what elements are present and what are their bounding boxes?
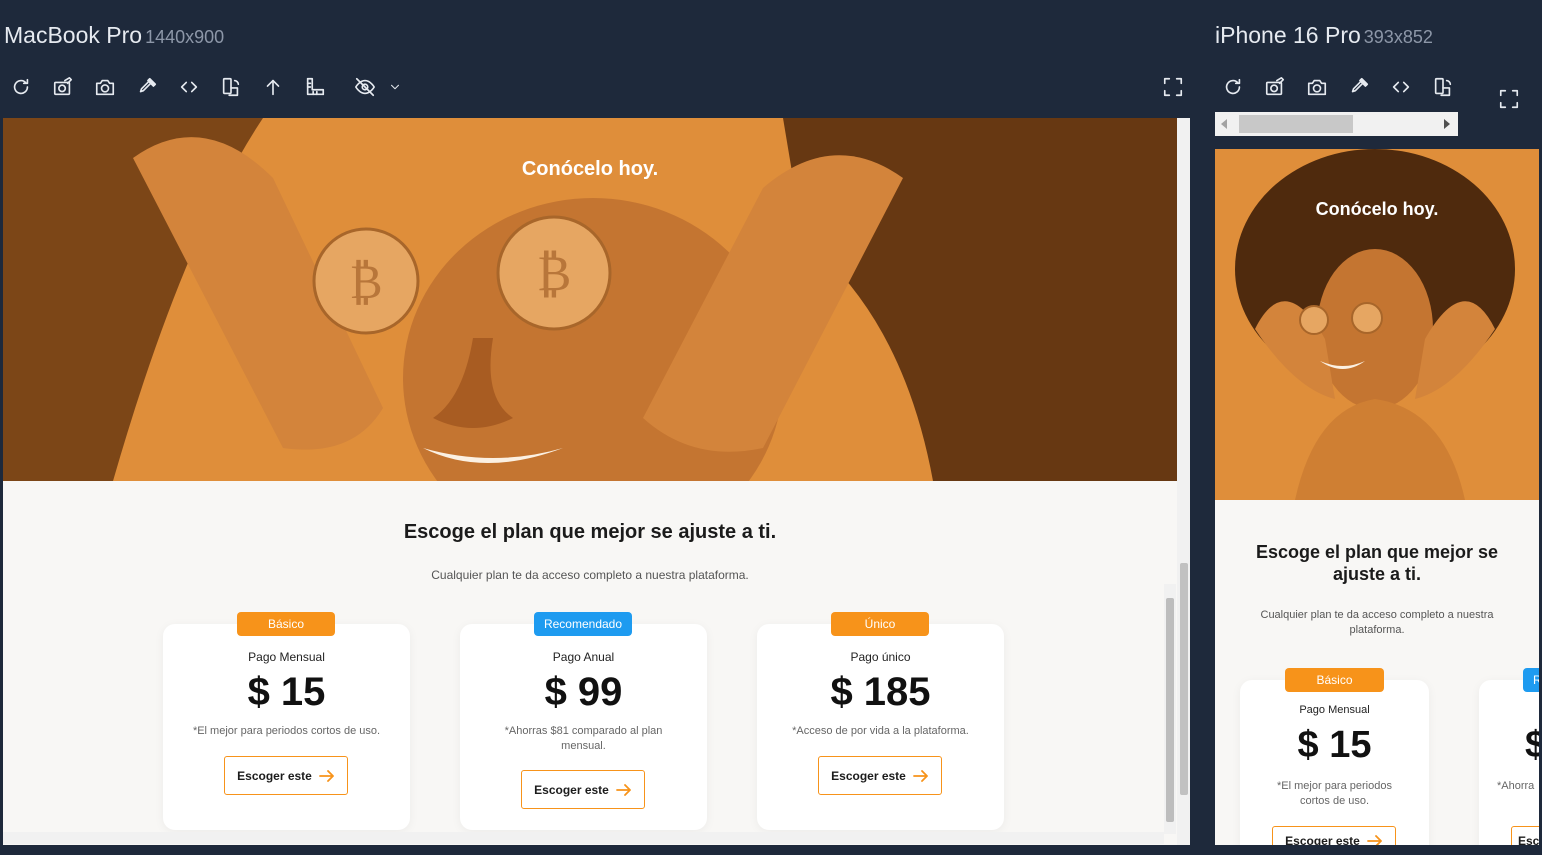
refresh-icon[interactable] xyxy=(1212,72,1254,102)
camera-edit-icon[interactable] xyxy=(1254,72,1296,102)
macbook-toolbar xyxy=(0,72,404,102)
choose-plan-button[interactable]: Escoger este xyxy=(224,756,348,795)
plans-subtitle: Cualquier plan te da acceso completo a n… xyxy=(1260,609,1494,636)
plans-subtitle: Cualquier plan te da acceso completo a n… xyxy=(431,568,749,582)
device-name: iPhone 16 Pro xyxy=(1215,22,1361,48)
plan-price: $ 185 xyxy=(830,670,931,714)
plan-name: Pago Anual xyxy=(552,650,615,664)
code-icon[interactable] xyxy=(168,72,210,102)
fullscreen-icon[interactable] xyxy=(1498,88,1520,115)
hero-title: Conócelo hoy. xyxy=(1315,199,1439,219)
hero-image: Conócelo hoy. xyxy=(1215,149,1539,500)
chevron-down-icon[interactable] xyxy=(386,72,404,102)
arrow-up-icon[interactable] xyxy=(252,72,294,102)
device-rotate-icon[interactable] xyxy=(210,72,252,102)
iphone-horizontal-scroller[interactable] xyxy=(1215,112,1458,136)
refresh-icon[interactable] xyxy=(0,72,42,102)
choose-plan-label: Escoger este xyxy=(831,768,906,783)
iphone-toolbar xyxy=(1212,72,1464,102)
plan-badge: Recomendado xyxy=(534,612,632,636)
plan-badge: Único xyxy=(831,612,929,636)
eye-off-icon[interactable] xyxy=(344,72,386,102)
svg-text:₿: ₿ xyxy=(537,244,572,302)
choose-plan-label-partial: Escoger este xyxy=(1518,834,1539,845)
plan-name: Pago Mensual xyxy=(248,650,325,664)
arrow-right-icon xyxy=(615,783,631,796)
svg-text:₿: ₿ xyxy=(349,254,382,310)
plan-price: $ 15 xyxy=(1297,724,1372,766)
code-icon[interactable] xyxy=(1380,72,1422,102)
plan-note: *El mejor para periodos cortos de uso. xyxy=(192,725,381,737)
choose-plan-label: Escoger este xyxy=(534,782,609,797)
camera-icon[interactable] xyxy=(84,72,126,102)
choose-plan-button[interactable]: Escoger este xyxy=(1511,826,1539,845)
inner-vertical-scrollbar[interactable] xyxy=(1164,584,1176,834)
plan-note-partial: *Ahorra xyxy=(1497,780,1535,792)
plan-badge: Básico xyxy=(237,612,335,636)
plan-name: Pago único xyxy=(850,650,911,664)
fullscreen-icon[interactable] xyxy=(1162,76,1184,103)
arrow-right-icon xyxy=(1366,835,1382,845)
plan-card-basic: Pago Mensual $ 15 *El mejor para periodo… xyxy=(1240,680,1429,845)
plan-card-recommended: Pago Anual $ 99 *Ahorras $81 comparado a… xyxy=(460,624,707,830)
scroll-left-arrow-icon[interactable] xyxy=(1221,119,1227,129)
plans-title: Escoge el plan que mejor se ajuste a ti. xyxy=(403,521,777,543)
plan-badge: Básico xyxy=(1285,668,1384,692)
plan-badge-partial: R xyxy=(1523,668,1539,692)
arrow-right-icon xyxy=(912,769,928,782)
device-dims: 1440x900 xyxy=(145,27,225,47)
plan-price: $ 99 xyxy=(544,670,623,714)
plan-note: *Acceso de por vida a la plataforma. xyxy=(792,725,969,737)
plan-price-partial: $ xyxy=(1525,724,1539,766)
outer-vertical-scrollbar[interactable] xyxy=(1177,118,1190,845)
plans-title: Escoge el plan que mejor se ajuste a ti. xyxy=(1255,542,1499,584)
eyedropper-icon[interactable] xyxy=(1338,72,1380,102)
arrow-right-icon xyxy=(318,769,334,782)
plan-note: *El mejor para periodos cortos de uso. xyxy=(1277,780,1392,807)
scrollbar-thumb[interactable] xyxy=(1180,563,1188,795)
choose-plan-button[interactable]: Escoger este xyxy=(1272,826,1396,845)
camera-icon[interactable] xyxy=(1296,72,1338,102)
iphone-viewport: Conócelo hoy. Escoge el plan que mejor s… xyxy=(1215,149,1539,845)
choose-plan-button[interactable]: Escoger este xyxy=(521,770,645,809)
choose-plan-button[interactable]: Escoger este xyxy=(818,756,942,795)
eyedropper-icon[interactable] xyxy=(126,72,168,102)
scrollbar-thumb[interactable] xyxy=(1239,115,1353,133)
scrollbar-thumb[interactable] xyxy=(1166,598,1174,822)
scroll-right-arrow-icon[interactable] xyxy=(1444,119,1450,129)
device-name: MacBook Pro xyxy=(4,22,143,48)
ruler-icon[interactable] xyxy=(294,72,336,102)
macbook-device-title: MacBook Pro 1440x900 xyxy=(4,22,224,49)
plan-card-basic: Pago Mensual $ 15 *El mejor para periodo… xyxy=(163,624,410,830)
plan-card-unique: Pago único $ 185 *Acceso de por vida a l… xyxy=(757,624,1004,830)
plan-price: $ 15 xyxy=(247,670,326,714)
iphone-device-title: iPhone 16 Pro 393x852 xyxy=(1215,22,1433,49)
hero-title: Conócelo hoy. xyxy=(521,158,659,180)
hero-image: ₿ ₿ Conócelo hoy. xyxy=(3,118,1177,481)
plan-card-recommended-partial: $ *Ahorra Escoger este xyxy=(1479,680,1539,845)
plan-name: Pago Mensual xyxy=(1299,704,1370,716)
camera-edit-icon[interactable] xyxy=(42,72,84,102)
device-rotate-icon[interactable] xyxy=(1422,72,1464,102)
macbook-viewport: ₿ ₿ Conócelo hoy. Escoge el plan que mej… xyxy=(3,118,1190,845)
horizontal-scrollbar[interactable] xyxy=(3,832,1164,844)
device-dims: 393x852 xyxy=(1363,27,1433,47)
choose-plan-label: Escoger este xyxy=(237,768,312,783)
plan-note: *Ahorras $81 comparado al plan mensual. xyxy=(504,725,663,752)
choose-plan-label: Escoger este xyxy=(1285,834,1360,845)
